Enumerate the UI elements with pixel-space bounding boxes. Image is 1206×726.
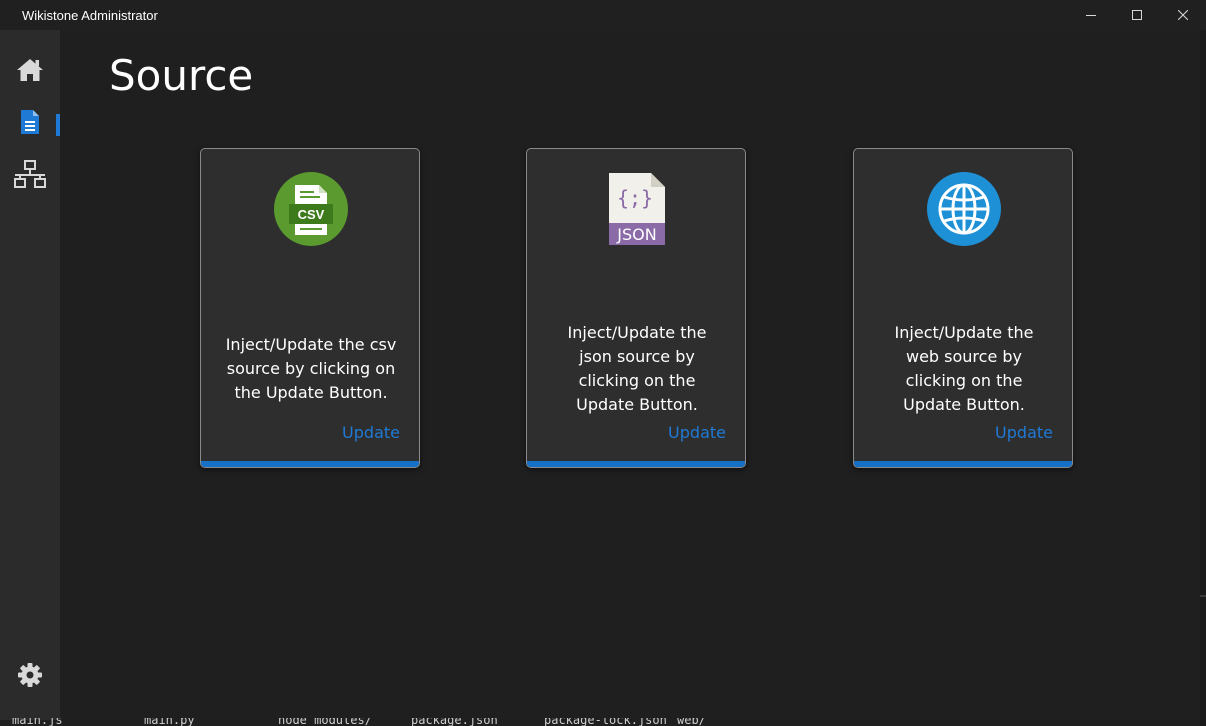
card-description-line: source by clicking on	[226, 359, 396, 378]
card-description-line: Inject/Update the	[894, 323, 1034, 342]
terminal-fragment: main.py	[144, 718, 195, 726]
card-description-line: web source by	[905, 347, 1022, 366]
gear-icon	[18, 663, 42, 687]
card-accent-bar	[854, 461, 1072, 467]
json-file-icon: {;} JSON	[609, 173, 665, 245]
maximize-icon	[1132, 10, 1142, 20]
csv-source-card: CSV Inject/Update the csv source by clic…	[200, 148, 420, 468]
terminal-fragment: node_modules/	[278, 718, 372, 726]
terminal-fragment: main.js	[12, 718, 63, 726]
window-title: Wikistone Administrator	[22, 7, 158, 23]
document-icon	[21, 110, 39, 134]
maximize-button[interactable]	[1114, 0, 1160, 30]
card-description-line: Update Button.	[576, 395, 698, 414]
web-source-card: Inject/Update the web source by clicking…	[853, 148, 1073, 468]
terminal-fragment: package-lock.json	[544, 718, 667, 726]
card-description-line: Update Button.	[903, 395, 1025, 414]
sidebar	[0, 30, 60, 720]
home-icon	[17, 59, 43, 81]
terminal-fragment: package.json	[411, 718, 498, 726]
web-update-button[interactable]: Update	[995, 423, 1053, 442]
card-accent-bar	[201, 461, 419, 467]
json-source-card: {;} JSON Inject/Update the json source b…	[526, 148, 746, 468]
network-icon	[14, 160, 46, 188]
active-indicator	[56, 114, 60, 136]
sidebar-item-home[interactable]	[0, 48, 60, 92]
minimize-button[interactable]	[1068, 0, 1114, 30]
csv-icon-label: CSV	[298, 207, 325, 222]
card-description-line: Inject/Update the csv	[225, 335, 397, 354]
csv-file-icon: CSV	[274, 172, 348, 246]
card-description-line: clicking on the	[905, 371, 1023, 390]
json-icon-label: JSON	[616, 225, 656, 244]
sidebar-item-source[interactable]	[0, 100, 60, 144]
sidebar-item-network[interactable]	[0, 152, 60, 196]
background-terminal-strip: main.js main.py node_modules/ package.js…	[0, 718, 1206, 726]
csv-update-button[interactable]: Update	[342, 423, 400, 442]
json-icon-glyph: {;}	[617, 186, 653, 210]
json-update-button[interactable]: Update	[668, 423, 726, 442]
sidebar-item-settings[interactable]	[0, 653, 60, 697]
close-button[interactable]	[1160, 0, 1206, 30]
card-description-line: clicking on the	[578, 371, 696, 390]
card-description-line: the Update Button.	[234, 383, 388, 402]
title-bar: Wikistone Administrator	[0, 0, 1206, 30]
page-title: Source	[109, 51, 254, 100]
window-controls	[1068, 0, 1206, 30]
card-description-line: Inject/Update the	[567, 323, 707, 342]
globe-icon	[927, 172, 1001, 246]
card-accent-bar	[527, 461, 745, 467]
close-icon	[1178, 10, 1188, 20]
terminal-fragment: web/	[677, 718, 706, 726]
card-description-line: json source by	[579, 347, 695, 366]
minimize-icon	[1086, 15, 1096, 16]
window-right-edge	[1200, 30, 1206, 726]
